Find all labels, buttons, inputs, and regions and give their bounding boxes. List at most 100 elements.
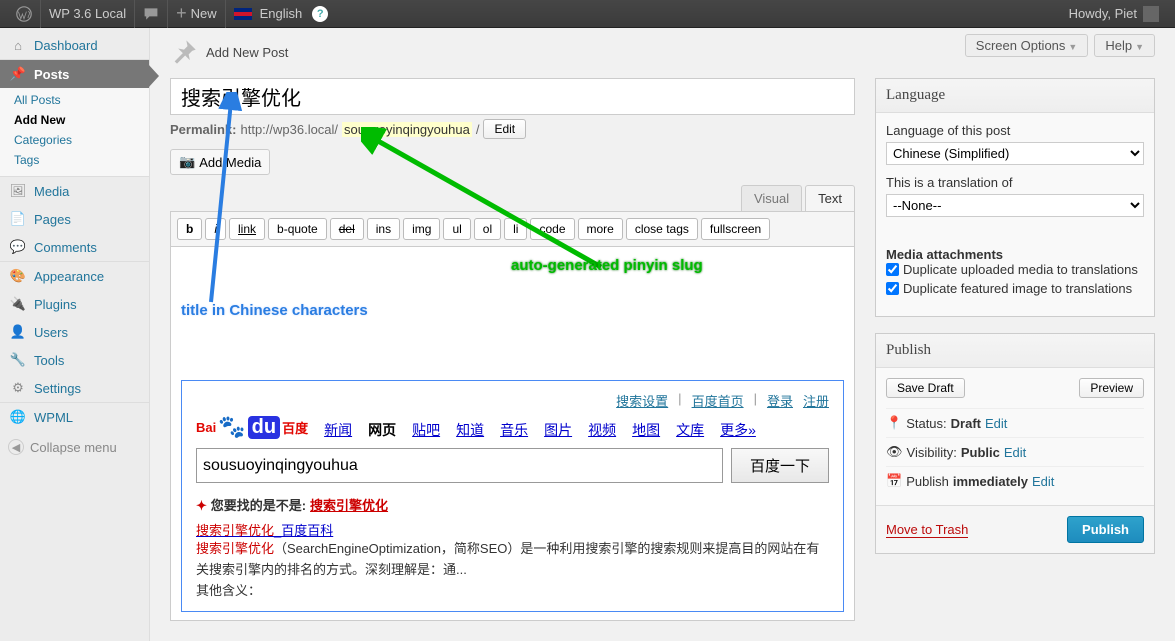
baidu-nav-item[interactable]: 网页 <box>368 420 396 440</box>
qt-li[interactable]: li <box>504 218 527 240</box>
help-icon[interactable]: ? <box>312 6 328 22</box>
baidu-nav-item[interactable]: 更多» <box>720 420 756 440</box>
wpml-icon: 🌐 <box>8 409 28 425</box>
menu-media[interactable]: 🖼Media <box>0 176 149 205</box>
chevron-down-icon: ▼ <box>1135 42 1144 52</box>
baidu-search-button[interactable]: 百度一下 <box>731 448 829 483</box>
add-media-button[interactable]: 📷Add Media <box>170 149 270 175</box>
qt-ul[interactable]: ul <box>443 218 470 240</box>
collapse-icon: ◀ <box>8 439 24 455</box>
comments-bubble[interactable] <box>135 0 168 28</box>
baidu-search-input[interactable] <box>196 448 723 483</box>
edit-schedule[interactable]: Edit <box>1032 474 1054 489</box>
baidu-nav-item[interactable]: 贴吧 <box>412 420 440 440</box>
qt-bquote[interactable]: b-quote <box>268 218 327 240</box>
users-icon: 👤 <box>8 324 28 340</box>
submenu-all-posts[interactable]: All Posts <box>0 90 149 110</box>
baidu-result-title[interactable]: 搜索引擎优化_百度百科 <box>196 522 333 539</box>
qt-fullscreen[interactable]: fullscreen <box>701 218 770 240</box>
qt-img[interactable]: img <box>403 218 440 240</box>
screen-options-button[interactable]: Screen Options▼ <box>965 34 1089 57</box>
baidu-top-link[interactable]: 百度首页 <box>692 391 744 410</box>
baidu-top-link[interactable]: 登录 <box>767 391 793 410</box>
menu-appearance[interactable]: 🎨Appearance <box>0 261 149 290</box>
settings-icon: ⚙ <box>8 380 28 396</box>
move-to-trash[interactable]: Move to Trash <box>886 522 968 538</box>
translation-select[interactable]: --None-- <box>886 194 1144 217</box>
media-icon: 🖼 <box>8 183 28 199</box>
editor-textarea[interactable]: title in Chinese characters auto-generat… <box>170 247 855 621</box>
baidu-suggestion[interactable]: 搜索引擎优化 <box>310 498 388 513</box>
permalink-suffix: / <box>476 122 480 137</box>
menu-users[interactable]: 👤Users <box>0 318 149 346</box>
menu-posts[interactable]: 📌Posts <box>0 59 149 88</box>
menu-dashboard[interactable]: ⌂Dashboard <box>0 32 149 59</box>
baidu-did-you-mean: ✦ 您要找的是不是: 搜索引擎优化 <box>196 495 829 514</box>
dup-uploaded-check[interactable]: Duplicate uploaded media to translations <box>886 262 1144 277</box>
lang-select[interactable]: Chinese (Simplified) <box>886 142 1144 165</box>
dup-featured-check[interactable]: Duplicate featured image to translations <box>886 281 1144 296</box>
baidu-nav: Bai🐾du百度 新闻 网页 贴吧 知道 音乐 图片 视频 地图 文库 更多» <box>196 414 829 440</box>
baidu-nav-item[interactable]: 地图 <box>632 420 660 440</box>
baidu-nav-item[interactable]: 文库 <box>676 420 704 440</box>
qt-del[interactable]: del <box>330 218 364 240</box>
edit-slug-button[interactable]: Edit <box>483 119 526 139</box>
baidu-nav-item[interactable]: 新闻 <box>324 420 352 440</box>
admin-menu: ⌂Dashboard 📌Posts All Posts Add New Cate… <box>0 28 150 641</box>
qt-close[interactable]: close tags <box>626 218 698 240</box>
lang-label: English <box>260 6 303 21</box>
baidu-logo[interactable]: Bai🐾du百度 <box>196 414 308 440</box>
qt-italic[interactable]: i <box>205 218 226 240</box>
submenu-categories[interactable]: Categories <box>0 130 149 150</box>
menu-comments[interactable]: 💬Comments <box>0 233 149 261</box>
wp-logo[interactable] <box>8 0 41 28</box>
help-button[interactable]: Help▼ <box>1094 34 1155 57</box>
collapse-menu[interactable]: ◀Collapse menu <box>0 431 149 463</box>
translation-of-label: This is a translation of <box>886 175 1144 190</box>
tab-text[interactable]: Text <box>805 185 855 211</box>
key-icon: 📍 <box>886 415 902 431</box>
pushpin-icon <box>170 38 198 66</box>
save-draft-button[interactable]: Save Draft <box>886 378 965 398</box>
preview-button[interactable]: Preview <box>1079 378 1144 398</box>
publish-box: Publish Save Draft Preview 📍Status: Draf… <box>875 333 1155 554</box>
permalink-slug[interactable]: sousuoyinqingyouhua <box>342 122 472 137</box>
qt-ins[interactable]: ins <box>367 218 400 240</box>
language-switch[interactable]: English? <box>226 0 337 28</box>
baidu-nav-item[interactable]: 视频 <box>588 420 616 440</box>
tools-icon: 🔧 <box>8 352 28 368</box>
howdy-user[interactable]: Howdy, Piet <box>1061 0 1167 28</box>
menu-pages[interactable]: 📄Pages <box>0 205 149 233</box>
editor-tabs: Visual Text <box>170 185 855 211</box>
visibility-icon: 👁 <box>886 444 903 460</box>
baidu-top-link[interactable]: 注册 <box>803 391 829 410</box>
new-content[interactable]: +New <box>168 0 226 28</box>
qt-link[interactable]: link <box>229 218 265 240</box>
editor-toolbar: b i link b-quote del ins img ul ol li co… <box>170 211 855 247</box>
submenu-tags[interactable]: Tags <box>0 150 149 170</box>
qt-ol[interactable]: ol <box>474 218 501 240</box>
menu-plugins[interactable]: 🔌Plugins <box>0 290 149 318</box>
submenu-add-new[interactable]: Add New <box>0 110 149 130</box>
qt-bold[interactable]: b <box>177 218 202 240</box>
post-title-input[interactable] <box>170 78 855 115</box>
site-title[interactable]: WP 3.6 Local <box>41 0 135 28</box>
edit-status[interactable]: Edit <box>985 416 1007 431</box>
appearance-icon: 🎨 <box>8 268 28 284</box>
menu-settings[interactable]: ⚙Settings <box>0 374 149 402</box>
menu-wpml[interactable]: 🌐WPML <box>0 402 149 431</box>
comments-icon: 💬 <box>8 239 28 255</box>
tab-visual[interactable]: Visual <box>741 185 802 211</box>
qt-code[interactable]: code <box>530 218 574 240</box>
baidu-nav-item[interactable]: 知道 <box>456 420 484 440</box>
menu-tools[interactable]: 🔧Tools <box>0 346 149 374</box>
qt-more[interactable]: more <box>578 218 623 240</box>
lang-of-post-label: Language of this post <box>886 123 1144 138</box>
baidu-nav-item[interactable]: 音乐 <box>500 420 528 440</box>
edit-visibility[interactable]: Edit <box>1004 445 1026 460</box>
publish-button[interactable]: Publish <box>1067 516 1144 543</box>
baidu-top-link[interactable]: 搜索设置 <box>616 391 668 410</box>
baidu-nav-item[interactable]: 图片 <box>544 420 572 440</box>
avatar <box>1143 6 1159 22</box>
pin-icon: 📌 <box>8 66 28 82</box>
